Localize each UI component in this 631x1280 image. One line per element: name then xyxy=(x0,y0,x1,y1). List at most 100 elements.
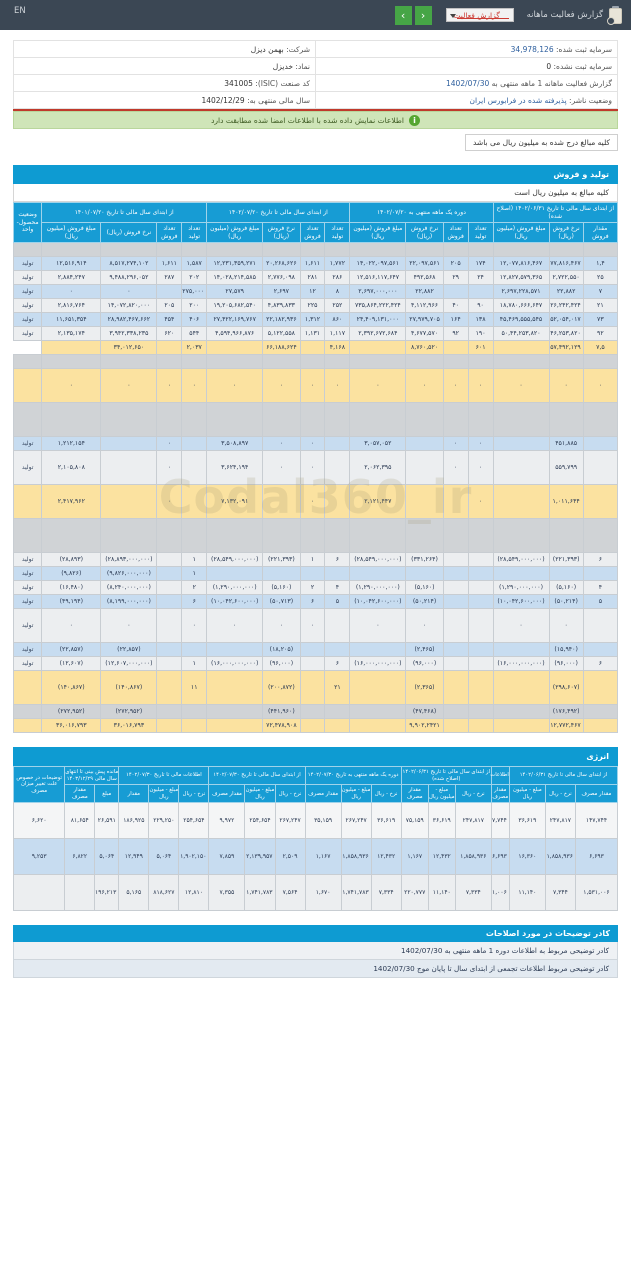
table-cell: ۲۶۷,۲۴۷ xyxy=(274,802,306,840)
report-period-value: 1402/07/30 xyxy=(446,78,490,88)
info-cell-left: سرمایه ثبت شده: 34,978,126 xyxy=(315,40,618,58)
table-cell: (۵,۱۶۰) xyxy=(405,580,444,595)
table-row: ۴۵۱,۸۸۵ ۰ ۰ ۳,۰۵۷,۰۵۲ ۰ ۰ ۳,۵۰۸,۸۹۷ ۰ ۱,۲۱۲,۱۵۴ ت… xyxy=(12,436,619,451)
table-cell: ۶,۶۹۳ xyxy=(490,838,510,876)
table-cell xyxy=(349,402,407,437)
table-cell xyxy=(349,354,407,369)
cell-unit xyxy=(12,704,43,719)
table-cell: (۲۹۸,۶۰۷) xyxy=(548,670,584,705)
table-cell xyxy=(100,436,158,451)
table-cell xyxy=(405,242,444,257)
energy-group-5: اطلاعات مالی تا تاریخ ۱۴۰۲/۰۷/۳۰ xyxy=(118,765,210,786)
table-cell: ۴۵۱,۸۸۵ xyxy=(548,436,584,451)
table-cell: ۴,۵۹۴,۹۶۶,۸۷۶ xyxy=(206,326,264,341)
table-cell: ۱۲,۰۷۷,۸۱۶,۴۶۷ xyxy=(492,256,550,271)
table-cell: ۲۵۲ xyxy=(324,298,351,313)
table-cell xyxy=(442,518,469,553)
table-cell: ۷,۳۳۴ xyxy=(370,874,402,912)
group-header-0: از ابتدای سال مالی تا تاریخ ۱۴۰۲/۰۶/۳۱ (… xyxy=(492,202,618,223)
table-cell: (۱۴۰,۸۶۷) xyxy=(41,670,102,705)
table-cell xyxy=(442,594,469,609)
report-type-select[interactable]: گزارش فعالیت xyxy=(445,8,514,22)
table-cell xyxy=(324,436,351,451)
table-cell xyxy=(181,450,208,485)
table-cell: ۰ xyxy=(405,608,444,643)
table-cell xyxy=(582,704,619,719)
table-cell: ۵۷,۴۹۲,۱۲۹ xyxy=(548,340,584,355)
info-row: سرمایه ثبت شده: 34,978,126 شرکت: بهمن دی… xyxy=(13,40,618,58)
table-cell: (۲,۳۶۵) xyxy=(405,670,444,705)
table-cell: ۶ xyxy=(582,552,619,567)
table-cell xyxy=(206,718,264,733)
table-cell xyxy=(492,484,550,519)
table-cell: ۰ xyxy=(467,436,494,451)
next-report-button[interactable]: › xyxy=(394,5,412,25)
table-cell xyxy=(442,656,469,671)
table-cell: ۲۴,۴۰۹,۱۳۱,۰۰۰ xyxy=(349,312,407,327)
table-cell xyxy=(324,518,351,553)
production-sales-section: تولید و فروش کلیه مبالغ به میلیون ریال ا… xyxy=(13,165,618,202)
table-cell: (۱۰,۰۴۲,۶۰۰,۰۰۰) xyxy=(206,594,264,609)
language-toggle-button[interactable]: EN xyxy=(14,6,26,16)
table-cell: ۶ xyxy=(324,552,351,567)
table-cell: ۹۲ xyxy=(582,326,619,341)
table-cell xyxy=(467,552,494,567)
table-cell: (۱,۲۹۰,۰۰۰,۰۰۰) xyxy=(349,580,407,595)
table-cell: ۰ xyxy=(492,368,550,403)
table-cell xyxy=(41,518,102,553)
table-cell xyxy=(582,566,619,581)
table-cell: ۱ xyxy=(299,552,326,567)
table-cell xyxy=(181,354,208,369)
footnotes-section: کادر توضیحات در مورد اصلاحات کادر توضیحی… xyxy=(13,925,618,979)
table-cell xyxy=(299,656,326,671)
table-cell xyxy=(100,450,158,485)
table-cell: ۱۲,۸۲۷,۵۷۹,۳۶۵ xyxy=(492,270,550,285)
table-cell: ۱,۵۳۱,۰۰۶ xyxy=(490,874,510,912)
table-cell xyxy=(41,340,102,355)
table-cell xyxy=(442,670,469,705)
table-cell xyxy=(492,642,550,657)
table-cell xyxy=(299,242,326,257)
col-header-11: تعداد تولید xyxy=(181,222,208,243)
cell-unit: تولید xyxy=(12,270,43,285)
production-sales-table: از ابتدای سال مالی تا تاریخ ۱۴۰۲/۰۶/۳۱ (… xyxy=(12,202,619,733)
table-cell: (۸,۲۴۰,۰۰۰,۰۰۰) xyxy=(100,580,158,595)
table-cell: ۶,۶۹۳ xyxy=(574,838,619,876)
table-cell: ۲۸,۷۵۲,۰۵۴,۰۱۷ xyxy=(548,312,584,327)
table-cell: ۲۸۱ xyxy=(299,270,326,285)
table-cell: ۰ xyxy=(156,436,183,451)
table-cell: ۲۰,۲۶۸,۶۲۶ xyxy=(262,256,301,271)
table-cell: ۶ xyxy=(181,594,208,609)
table-cell xyxy=(492,718,550,733)
table-cell: ۸,۷۶۰,۵۲۰ xyxy=(405,340,444,355)
table-cell: ۰ xyxy=(206,608,264,643)
info-icon: i xyxy=(408,114,420,126)
table-cell: ۰ xyxy=(299,368,326,403)
table-cell: ۰ xyxy=(262,608,301,643)
table-cell: ۳,۶۲۴,۱۹۴ xyxy=(206,450,264,485)
table-cell xyxy=(442,340,469,355)
table-row: (۱۷۶,۴۹۲) (۴۷,۴۶۸) (۴۴۱,۹۶۰) (۲۷۲,۹۵۲) (۲۷۲,… xyxy=(12,704,619,719)
table-cell xyxy=(442,552,469,567)
table-cell: ۱۹,۲۰۵,۶۸۲,۵۴۰ xyxy=(206,298,264,313)
table-cell: ۲۷,۹۷۹,۷۰۵ xyxy=(405,312,444,327)
table-row: ۶ (۲۲۱,۳۹۳) (۲۸,۵۴۹,۰۰۰,۰۰۰) (۳۳۱,۲۶۴) (۲۸,۵… xyxy=(12,552,619,567)
energy-group-1: اطلاعات xyxy=(490,765,510,786)
table-cell: ۲۶,۵۹۱ xyxy=(94,802,120,840)
table-cell: (۵۰,۷۱۳) xyxy=(262,594,301,609)
nav-arrows: ‹ › xyxy=(394,5,432,25)
table-cell xyxy=(206,704,264,719)
table-cell xyxy=(181,642,208,657)
table-cell: ۶۶,۱۸۸,۶۲۴ xyxy=(262,340,301,355)
prev-report-button[interactable]: ‹ xyxy=(414,5,432,25)
table-cell: ۷,۸۵۹ xyxy=(208,838,246,876)
table-cell xyxy=(262,402,301,437)
table-cell xyxy=(156,340,183,355)
energy-col-17: مقدار مصرف xyxy=(64,784,96,804)
table-cell xyxy=(156,594,183,609)
table-cell xyxy=(442,484,469,519)
col-header-0: مقدار فروش xyxy=(582,222,619,243)
table-cell: ۰ xyxy=(156,484,183,519)
table-cell xyxy=(262,484,301,519)
table-cell xyxy=(582,642,619,657)
